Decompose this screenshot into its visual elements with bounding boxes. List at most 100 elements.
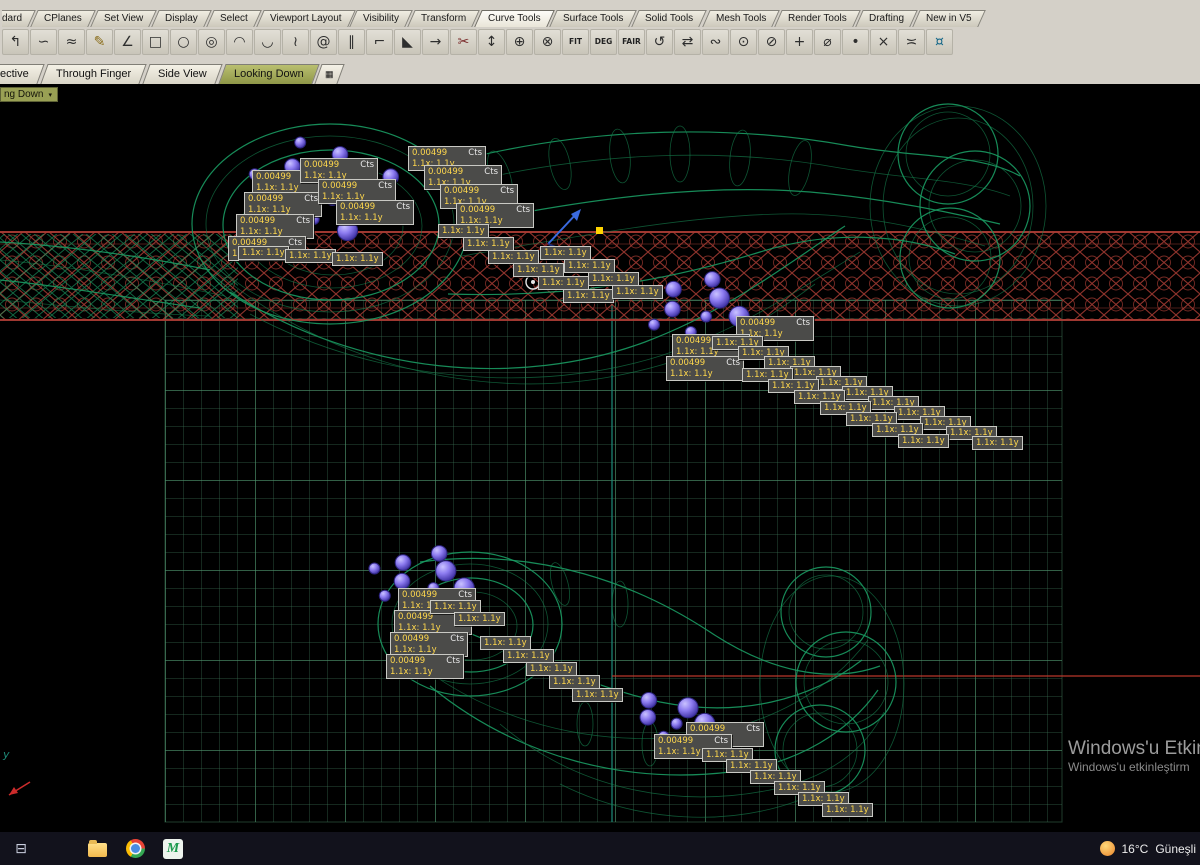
- viewport-tab-side-view[interactable]: Side View: [142, 64, 223, 84]
- gem-sphere[interactable]: [378, 589, 391, 602]
- helix-icon[interactable]: ≀: [282, 28, 309, 55]
- viewport-tab-looking-down[interactable]: Looking Down: [218, 64, 320, 84]
- gem-sphere[interactable]: [639, 709, 657, 726]
- gem-sphere[interactable]: [294, 136, 307, 149]
- gumball-handle[interactable]: [596, 227, 603, 234]
- chrome-icon[interactable]: [124, 838, 146, 860]
- gem-sphere[interactable]: [393, 572, 411, 590]
- menu-tab-curve-tools[interactable]: Curve Tools: [474, 10, 555, 27]
- cross-section-icon[interactable]: ⊘: [758, 28, 785, 55]
- coordinate-tag[interactable]: 1.1x: 1.1y: [612, 285, 663, 299]
- drape-icon[interactable]: ¤: [926, 28, 953, 55]
- fit-curve-icon[interactable]: FIT: [562, 28, 589, 55]
- menu-tab-transform[interactable]: Transform: [407, 10, 481, 27]
- circle-icon[interactable]: ○: [170, 28, 197, 55]
- coordinate-tag[interactable]: 1.1x: 1.1y: [238, 246, 289, 260]
- gem-sphere[interactable]: [670, 717, 683, 730]
- arc-icon[interactable]: ◠: [226, 28, 253, 55]
- menu-tab-viewport-layout[interactable]: Viewport Layout: [255, 10, 356, 27]
- coordinate-tag[interactable]: 1.1x: 1.1y: [332, 252, 383, 266]
- coordinate-tag[interactable]: 1.1x: 1.1y: [438, 224, 489, 238]
- fillet-curve-icon[interactable]: ⌐: [366, 28, 393, 55]
- coordinate-tag[interactable]: 1.1x: 1.1y: [463, 237, 514, 251]
- menu-tab-display[interactable]: Display: [151, 10, 212, 27]
- gem-sphere[interactable]: [368, 562, 381, 575]
- trim-curve-icon[interactable]: ✂: [450, 28, 477, 55]
- viewport-canvas[interactable]: y 0.00499Cts1.1x: 1.1y0.00499Cts1.1x: 1.…: [0, 84, 1200, 832]
- curve-deviation-icon[interactable]: ≍: [898, 28, 925, 55]
- file-explorer-icon[interactable]: [86, 838, 108, 860]
- gem-sphere[interactable]: [665, 280, 682, 298]
- gem-sphere[interactable]: [708, 287, 731, 309]
- rebuild-curve-icon[interactable]: ↺: [646, 28, 673, 55]
- menu-tab-new-in-v5[interactable]: New in V5: [911, 10, 986, 27]
- blend-curve-icon[interactable]: ∾: [702, 28, 729, 55]
- gem-sphere[interactable]: [704, 271, 721, 288]
- coordinate-tag[interactable]: 1.1x: 1.1y: [480, 636, 531, 650]
- insert-knot-icon[interactable]: ×: [870, 28, 897, 55]
- coordinate-tag[interactable]: 1.1x: 1.1y: [564, 259, 615, 273]
- curve-cascade-icon[interactable]: ↰: [2, 28, 29, 55]
- gem-sphere[interactable]: [648, 318, 660, 331]
- coordinate-tag[interactable]: 1.1x: 1.1y: [538, 276, 589, 290]
- coordinate-tag[interactable]: 1.1x: 1.1y: [285, 249, 336, 263]
- split-curve-icon[interactable]: ↕: [478, 28, 505, 55]
- measurement-tag[interactable]: 0.00499Cts1.1x: 1.1y: [386, 654, 464, 679]
- measurement-tag[interactable]: 0.00499Cts1.1x: 1.1y: [666, 356, 744, 381]
- gem-sphere[interactable]: [394, 554, 412, 571]
- conic-icon[interactable]: ◡: [254, 28, 281, 55]
- coordinate-tag[interactable]: 1.1x: 1.1y: [822, 803, 873, 817]
- coordinate-tag[interactable]: 1.1x: 1.1y: [454, 612, 505, 626]
- coordinate-tag[interactable]: 1.1x: 1.1y: [572, 688, 623, 702]
- coordinate-tag[interactable]: 1.1x: 1.1y: [549, 675, 600, 689]
- viewport-title-menu[interactable]: ng Down ▾: [0, 87, 58, 102]
- menu-tab-render-tools[interactable]: Render Tools: [774, 10, 861, 27]
- viewport-tab-ective[interactable]: ective: [0, 64, 45, 84]
- coordinate-tag[interactable]: 1.1x: 1.1y: [972, 436, 1023, 450]
- gem-sphere[interactable]: [677, 697, 699, 719]
- show-desktop-icon[interactable]: ⊟: [10, 838, 32, 860]
- gem-sphere[interactable]: [664, 300, 681, 318]
- fair-curve-icon[interactable]: FAIR: [618, 28, 645, 55]
- coordinate-tag[interactable]: 1.1x: 1.1y: [488, 250, 539, 264]
- ellipse-icon[interactable]: ◎: [198, 28, 225, 55]
- coordinate-tag[interactable]: 1.1x: 1.1y: [526, 662, 577, 676]
- explode-curve-icon[interactable]: ⊗: [534, 28, 561, 55]
- gem-sphere[interactable]: [640, 692, 658, 709]
- join-curve-icon[interactable]: ⊕: [506, 28, 533, 55]
- menu-tab-select[interactable]: Select: [206, 10, 262, 27]
- viewport-new-tab-button[interactable]: ▦: [314, 64, 345, 84]
- menu-tab-cplanes[interactable]: CPlanes: [30, 10, 96, 27]
- menu-tab-solid-tools[interactable]: Solid Tools: [631, 10, 708, 27]
- gem-sphere[interactable]: [700, 310, 713, 323]
- coordinate-tag[interactable]: 1.1x: 1.1y: [513, 263, 564, 277]
- sketch-icon[interactable]: ✎: [86, 28, 113, 55]
- coordinate-tag[interactable]: 1.1x: 1.1y: [898, 434, 949, 448]
- coordinate-tag[interactable]: 1.1x: 1.1y: [503, 649, 554, 663]
- extend-curve-icon[interactable]: →: [422, 28, 449, 55]
- chamfer-curve-icon[interactable]: ◣: [394, 28, 421, 55]
- gem-sphere[interactable]: [430, 545, 448, 562]
- coordinate-tag[interactable]: 1.1x: 1.1y: [588, 272, 639, 286]
- rectangle-icon[interactable]: □: [142, 28, 169, 55]
- coordinate-tag[interactable]: 1.1x: 1.1y: [540, 246, 591, 260]
- viewport-tab-through-finger[interactable]: Through Finger: [40, 64, 147, 84]
- match-curve-icon[interactable]: ⇄: [674, 28, 701, 55]
- menu-tab-mesh-tools[interactable]: Mesh Tools: [701, 10, 780, 27]
- interpolate-curve-icon[interactable]: ≈: [58, 28, 85, 55]
- weather-widget[interactable]: 16°C Güneşli: [1099, 841, 1196, 856]
- curve-boolean-icon[interactable]: ⊙: [730, 28, 757, 55]
- gem-sphere[interactable]: [435, 560, 457, 582]
- menu-tab-drafting[interactable]: Drafting: [854, 10, 918, 27]
- measurement-tag[interactable]: 0.00499Cts1.1x: 1.1y: [336, 200, 414, 225]
- curvature-graph-icon[interactable]: ⌀: [814, 28, 841, 55]
- adjust-end-bulge-icon[interactable]: +: [786, 28, 813, 55]
- windows-start-icon[interactable]: [48, 838, 70, 860]
- coordinate-tag[interactable]: 1.1x: 1.1y: [563, 289, 614, 303]
- menu-tab-set-view[interactable]: Set View: [90, 10, 157, 27]
- point-editing-icon[interactable]: •: [842, 28, 869, 55]
- control-point-curve-icon[interactable]: ∽: [30, 28, 57, 55]
- menu-tab-visibility[interactable]: Visibility: [349, 10, 413, 27]
- polyline-icon[interactable]: ∠: [114, 28, 141, 55]
- change-degree-icon[interactable]: DEG: [590, 28, 617, 55]
